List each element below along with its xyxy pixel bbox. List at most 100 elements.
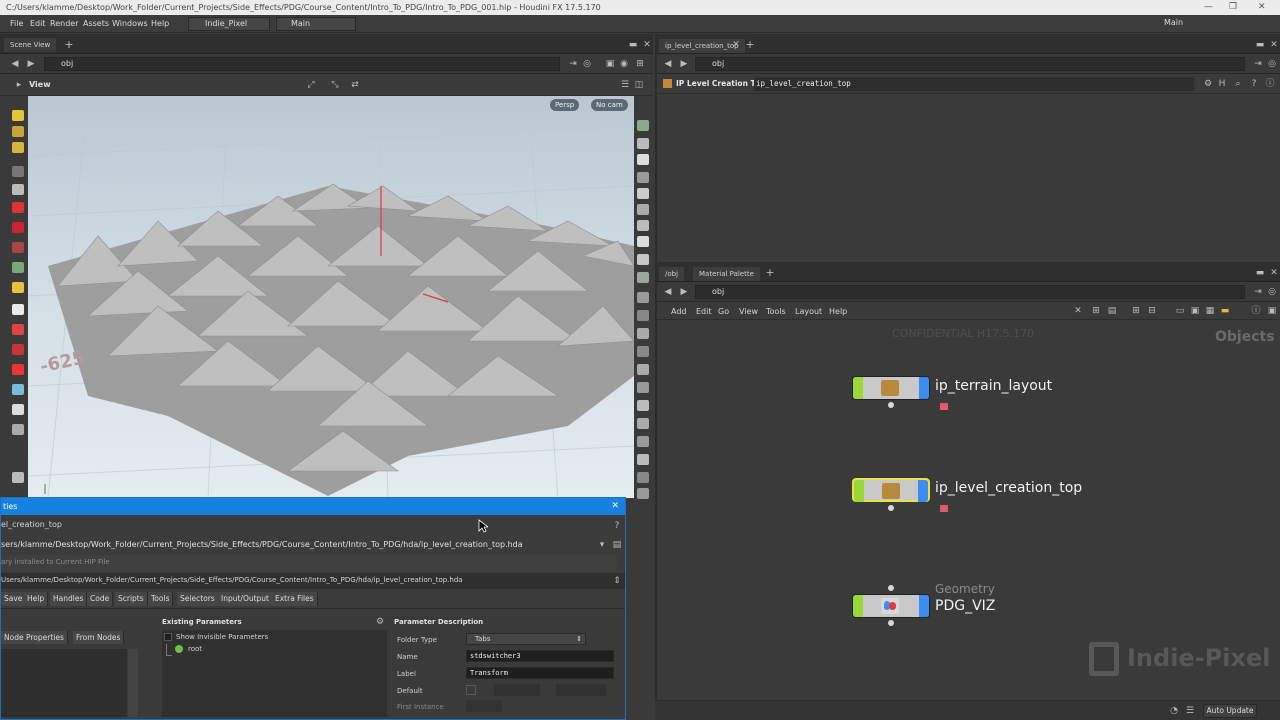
shading-icon[interactable]: [637, 138, 649, 149]
pose-tool-icon[interactable]: [12, 166, 24, 177]
abc-icon[interactable]: [637, 472, 649, 483]
record-icon[interactable]: [12, 364, 24, 375]
desktop-dropdown[interactable]: Main: [276, 17, 356, 31]
ruler-icon[interactable]: [637, 328, 649, 339]
node-output-connector[interactable]: [888, 505, 894, 511]
net-menu-add[interactable]: Add: [671, 307, 687, 316]
menu-assets[interactable]: Assets: [83, 15, 109, 33]
menu-edit[interactable]: Edit: [30, 15, 46, 33]
render-region-icon[interactable]: [12, 202, 24, 213]
net-menu-edit[interactable]: Edit: [696, 307, 712, 316]
net-link-icon[interactable]: ◎: [1267, 287, 1277, 297]
menu-file[interactable]: File: [10, 15, 23, 33]
node-render-flag[interactable]: [919, 377, 929, 399]
shelf-set-dropdown[interactable]: Indie_Pixel: [188, 17, 270, 31]
node-input-connector[interactable]: [888, 585, 894, 591]
menu-render[interactable]: Render: [50, 15, 78, 33]
safe-area-icon[interactable]: [637, 310, 649, 321]
node-ip-level-creation-top[interactable]: [852, 478, 930, 502]
net-add-tab-icon[interactable]: +: [765, 267, 775, 278]
first-instance-field[interactable]: [466, 700, 502, 712]
props-btn-from-nodes[interactable]: From Nodes: [73, 631, 125, 644]
select-hidden-icon[interactable]: [637, 436, 649, 447]
wrench-icon[interactable]: [637, 364, 649, 375]
net-menu-go[interactable]: Go: [718, 307, 729, 316]
wire-icon[interactable]: [637, 204, 649, 215]
net-pane-close-icon[interactable]: ✕: [1269, 268, 1279, 278]
node-display-flag[interactable]: [853, 595, 863, 617]
net-menu-tools[interactable]: Tools: [766, 307, 786, 316]
light-icon[interactable]: [12, 324, 24, 335]
props-tab-extra-files[interactable]: Extra Files: [272, 592, 318, 606]
menu-help[interactable]: Help: [151, 15, 169, 33]
props-tab-code[interactable]: Code: [87, 592, 114, 606]
param-pane-close-icon[interactable]: ✕: [1269, 40, 1279, 50]
net-pane-menu-icon[interactable]: ▬: [1255, 268, 1265, 278]
link-view-icon[interactable]: [637, 382, 649, 393]
gear-icon[interactable]: ⚙: [1203, 79, 1213, 89]
net-forward-icon[interactable]: ▶: [679, 287, 689, 297]
viewport-menu-icon[interactable]: ☰: [620, 80, 630, 90]
library-browse-icon[interactable]: ▤: [612, 540, 622, 550]
viewport-settings-icon[interactable]: ◫: [634, 80, 644, 90]
square-icon[interactable]: [637, 454, 649, 465]
folder-type-dropdown[interactable]: Tabs ⇕: [466, 633, 586, 645]
select-tool-icon[interactable]: [12, 110, 24, 121]
param-add-tab-icon[interactable]: +: [745, 39, 755, 50]
forward-icon[interactable]: ▶: [26, 59, 36, 69]
restore-icon[interactable]: ❐: [1229, 0, 1237, 15]
props-tab-save[interactable]: Save: [1, 592, 27, 606]
snap-grid-icon[interactable]: [12, 222, 24, 233]
points-icon[interactable]: [637, 220, 649, 231]
globe-icon[interactable]: [12, 384, 24, 395]
lock-camera-icon[interactable]: [637, 154, 649, 165]
link-icon[interactable]: ◎: [582, 59, 592, 69]
net-menu-help[interactable]: Help: [829, 307, 847, 316]
pane-close-icon[interactable]: ✕: [642, 40, 652, 50]
param-pin-icon[interactable]: ⇥: [1253, 59, 1263, 69]
library-dropdown-icon[interactable]: ▾: [597, 540, 607, 550]
node-display-flag[interactable]: [853, 377, 863, 399]
node-render-flag[interactable]: [919, 595, 929, 617]
camera-icon[interactable]: [12, 304, 24, 315]
grid-display-icon[interactable]: [637, 346, 649, 357]
camera-button[interactable]: No cam: [591, 99, 628, 111]
sticky-note-icon[interactable]: ▣: [1190, 306, 1200, 316]
snapshot-icon[interactable]: ▣: [605, 59, 615, 69]
pan-icon[interactable]: ⤡: [330, 80, 340, 90]
existing-params-tree[interactable]: Show Invisible Parameters root: [162, 630, 387, 717]
param-tab-close-icon[interactable]: ✕: [731, 40, 741, 50]
left-param-list[interactable]: [1, 649, 127, 717]
props-tab-input-output[interactable]: Input/Output: [218, 592, 273, 606]
move-tool-icon[interactable]: [12, 126, 24, 137]
crop-icon[interactable]: [637, 400, 649, 411]
net-path-field[interactable]: obj: [695, 285, 1245, 299]
menu-windows[interactable]: Windows: [112, 15, 148, 33]
wrench-tools-icon[interactable]: ✕: [1073, 306, 1083, 316]
flags-icon[interactable]: ⊟: [1147, 306, 1157, 316]
props-tab-scripts[interactable]: Scripts: [115, 592, 148, 606]
tool-red-icon[interactable]: [12, 344, 24, 355]
tab-obj[interactable]: /obj: [659, 267, 685, 281]
network-editor[interactable]: CONFIDENTIAL H17.5.170 Objects ip_terrai…: [657, 320, 1280, 700]
props-help-icon[interactable]: ?: [612, 521, 622, 531]
auto-update-button[interactable]: Auto Update: [1203, 704, 1257, 718]
right-desktop-dropdown[interactable]: Main: [1148, 17, 1276, 31]
minimize-icon[interactable]: —: [1204, 0, 1213, 15]
close-window-icon[interactable]: ✕: [1258, 0, 1266, 15]
param-name-field[interactable]: stdswitcher3: [466, 650, 614, 662]
pin-icon[interactable]: ⇥: [568, 59, 578, 69]
rotate-tool-icon[interactable]: [12, 142, 24, 153]
normals-icon[interactable]: [637, 236, 649, 247]
node-display-flag[interactable]: [854, 480, 864, 502]
net-menu-view[interactable]: View: [739, 307, 758, 316]
persp-button[interactable]: Persp: [550, 99, 580, 111]
props-close-icon[interactable]: ✕: [611, 498, 619, 515]
props-tab-help[interactable]: Help: [24, 592, 49, 606]
backface-icon[interactable]: [637, 254, 649, 265]
help-icon[interactable]: ?: [1249, 79, 1259, 89]
param-back-icon[interactable]: ◀: [663, 59, 673, 69]
ghost-icon[interactable]: [637, 188, 649, 199]
param-forward-icon[interactable]: ▶: [679, 59, 689, 69]
node-output-connector[interactable]: [888, 402, 894, 408]
